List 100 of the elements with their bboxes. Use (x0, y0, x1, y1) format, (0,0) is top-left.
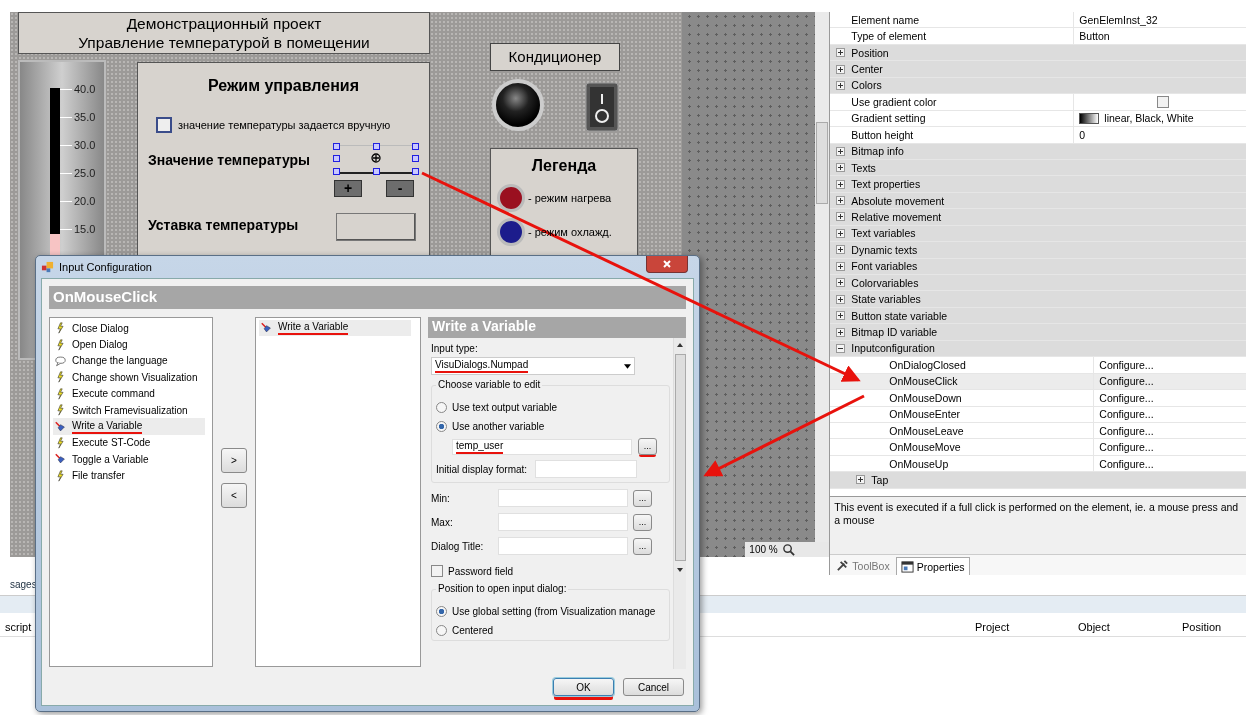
expand-toggle-icon[interactable] (836, 278, 846, 288)
property-value[interactable]: Configure... (1093, 439, 1246, 455)
scroll-down-icon[interactable] (677, 568, 683, 572)
expand-toggle-icon[interactable] (836, 294, 846, 304)
radio-option[interactable]: Use another variable (436, 417, 665, 436)
expand-toggle-icon[interactable] (836, 343, 846, 353)
radio-option[interactable]: Use text output variable (436, 398, 665, 417)
column-header[interactable]: Position (1182, 621, 1222, 633)
action-item[interactable]: Write a Variable (53, 418, 205, 435)
expand-toggle-icon[interactable] (836, 327, 846, 337)
browse-button[interactable]: ... (633, 489, 652, 507)
property-name[interactable]: OnMouseUp (871, 457, 1094, 470)
property-name[interactable]: Type of element (851, 30, 1074, 43)
config-header: Write a Variable (428, 317, 686, 338)
property-value[interactable]: Button (1073, 28, 1246, 44)
expand-toggle-icon[interactable] (856, 475, 866, 485)
action-item[interactable]: Close Dialog (53, 320, 205, 337)
close-icon[interactable] (646, 256, 688, 273)
expand-toggle-icon[interactable] (836, 64, 846, 74)
radio-option[interactable]: Use global setting (from Visualization manage (436, 602, 665, 621)
property-name[interactable]: OnDialogClosed (871, 358, 1094, 371)
scale-label: 15.0 (74, 223, 96, 235)
action-item[interactable]: Execute ST-Code (53, 434, 205, 452)
expand-toggle-icon[interactable] (836, 179, 846, 189)
property-name[interactable]: OnMouseLeave (871, 424, 1094, 437)
gradient-swatch-icon (1079, 112, 1100, 124)
property-name[interactable]: OnMouseDown (871, 391, 1094, 404)
app-icon (41, 260, 54, 274)
property-value[interactable]: Configure... (1093, 357, 1246, 373)
property-value[interactable]: Configure... (1093, 390, 1246, 406)
property-name[interactable]: Button height (851, 128, 1074, 141)
expand-toggle-icon[interactable] (836, 80, 846, 90)
panel-tab[interactable]: ToolBox (832, 557, 894, 574)
minus-button[interactable]: - (386, 180, 414, 197)
expand-toggle-icon[interactable] (836, 311, 846, 321)
expand-toggle-icon[interactable] (836, 196, 846, 206)
lightning-icon (55, 387, 66, 400)
property-name[interactable]: Gradient setting (851, 112, 1074, 125)
property-value[interactable]: Configure... (1093, 406, 1246, 422)
variable-field[interactable]: temp_user (452, 438, 632, 455)
resize-handle[interactable] (373, 168, 380, 175)
caret-icon (624, 363, 631, 369)
browse-button[interactable]: ... (638, 438, 657, 455)
action-item[interactable]: Execute command (53, 385, 205, 402)
input-field[interactable] (498, 489, 628, 507)
column-header[interactable]: Object (1078, 621, 1110, 633)
action-item[interactable]: Write a Variable (259, 320, 411, 337)
selected-input-element[interactable] (336, 145, 416, 174)
expand-toggle-icon[interactable] (836, 212, 846, 222)
property-value[interactable]: Configure... (1093, 455, 1246, 472)
property-value[interactable]: 0 (1073, 127, 1246, 143)
move-button[interactable]: < (221, 483, 247, 508)
property-value[interactable]: GenElemInst_32 (1073, 12, 1246, 28)
property-name[interactable]: OnMouseEnter (871, 408, 1094, 421)
property-name[interactable]: OnMouseMove (871, 441, 1094, 454)
expand-toggle-icon[interactable] (836, 48, 846, 58)
resize-handle[interactable] (373, 143, 380, 150)
checkbox[interactable] (1156, 95, 1169, 108)
input-field[interactable] (498, 537, 628, 555)
property-value[interactable]: Configure... (1093, 422, 1246, 439)
expand-toggle-icon[interactable] (836, 245, 846, 255)
switch-icon (585, 82, 619, 132)
scroll-up-icon[interactable] (677, 343, 683, 347)
move-button[interactable]: > (221, 448, 247, 473)
lightning-icon (55, 371, 66, 384)
radio-option[interactable]: Centered (436, 621, 665, 640)
checkbox[interactable] (156, 117, 172, 133)
property-name[interactable]: Use gradient color (851, 95, 1074, 108)
input-type-dropdown[interactable]: VisuDialogs.Numpad (431, 357, 635, 375)
property-value[interactable]: linear, Black, White (1104, 112, 1194, 125)
action-item[interactable]: Toggle a Variable (53, 451, 205, 468)
plus-button[interactable]: + (334, 180, 362, 197)
format-field[interactable] (535, 460, 638, 478)
panel-tab[interactable]: Properties (895, 557, 970, 575)
action-item[interactable]: Change shown Visualization (53, 369, 205, 386)
expand-toggle-icon[interactable] (836, 146, 846, 156)
browse-button[interactable]: ... (633, 537, 652, 555)
action-item[interactable]: Open Dialog (53, 336, 205, 353)
property-name[interactable]: Element name (851, 13, 1074, 26)
dialog-button[interactable]: Cancel (623, 678, 684, 696)
magnifier-icon[interactable] (781, 543, 795, 556)
action-item[interactable]: Change the language (53, 352, 205, 370)
scale-label: 40.0 (74, 83, 96, 95)
browse-button[interactable]: ... (633, 513, 652, 531)
property-name[interactable]: OnMouseClick (871, 375, 1094, 388)
scrollbar[interactable] (673, 338, 686, 669)
column-header[interactable]: Project (975, 621, 1010, 633)
expand-toggle-icon[interactable] (836, 228, 846, 238)
setpoint-field[interactable] (336, 213, 416, 241)
column-header[interactable]: script (5, 621, 32, 633)
scrollbar[interactable] (815, 12, 830, 542)
lightning-icon (55, 338, 66, 351)
lightning-icon (55, 404, 66, 417)
action-item[interactable]: File transfer (53, 467, 205, 484)
password-checkbox[interactable]: Password field (431, 565, 670, 577)
action-item[interactable]: Switch Framevisualization (53, 401, 205, 419)
property-value[interactable]: Configure... (1093, 373, 1246, 390)
expand-toggle-icon[interactable] (836, 261, 846, 271)
input-field[interactable] (498, 513, 628, 531)
expand-toggle-icon[interactable] (836, 163, 846, 173)
